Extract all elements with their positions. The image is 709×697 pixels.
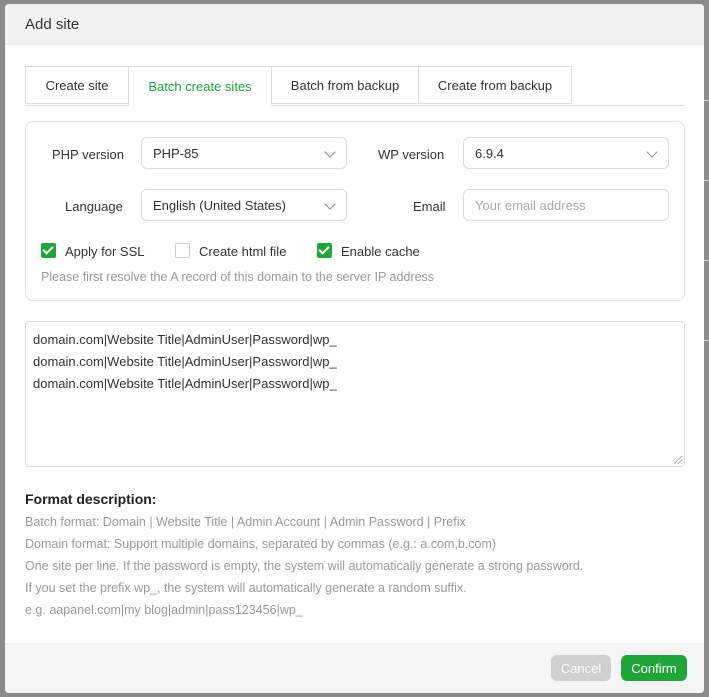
tab-bar: Create site Batch create sites Batch fro…	[25, 66, 685, 106]
chevron-down-icon	[646, 146, 658, 158]
batch-line: domain.com|Website Title|AdminUser|Passw…	[33, 332, 337, 347]
add-site-dialog: Add site Create site Batch create sites …	[5, 4, 704, 693]
format-line: Domain format: Support multiple domains,…	[25, 537, 497, 551]
language-label: Language	[65, 199, 123, 214]
php-version-select[interactable]: PHP-85	[141, 137, 347, 169]
email-field[interactable]: Your email address	[463, 189, 669, 221]
wp-version-select[interactable]: 6.9.4	[463, 137, 669, 169]
site-settings-panel: PHP version PHP-85 WP version 6.9.4 Lang…	[25, 121, 685, 301]
format-line: If you set the prefix wp_, the system wi…	[25, 581, 467, 595]
tab-batch-create-sites[interactable]: Batch create sites	[128, 66, 271, 106]
dialog-header: Add site	[5, 4, 704, 45]
batch-line: domain.com|Website Title|AdminUser|Passw…	[33, 354, 337, 369]
wp-version-label: WP version	[378, 147, 445, 162]
email-placeholder: Your email address	[475, 197, 586, 213]
tab-create-site[interactable]: Create site	[25, 66, 128, 104]
php-version-value: PHP-85	[153, 145, 199, 161]
resize-handle-icon[interactable]	[674, 456, 682, 464]
format-line: e.g. aapanel.com|my blog|admin|pass12345…	[25, 603, 303, 617]
apply-ssl-checkbox[interactable]	[41, 243, 56, 258]
confirm-button[interactable]: Confirm	[621, 655, 687, 681]
dns-hint: Please first resolve the A record of thi…	[41, 270, 435, 284]
format-line: One site per line. If the password is em…	[25, 559, 584, 573]
email-label: Email	[413, 199, 446, 214]
tab-batch-from-backup[interactable]: Batch from backup	[271, 66, 418, 104]
format-line: Batch format: Domain | Website Title | A…	[25, 515, 466, 529]
php-version-label: PHP version	[52, 147, 125, 162]
language-value: English (United States)	[153, 197, 286, 213]
language-select[interactable]: English (United States)	[141, 189, 347, 221]
format-title: Format description:	[25, 491, 157, 507]
wp-version-value: 6.9.4	[475, 145, 504, 161]
chevron-down-icon	[324, 146, 336, 158]
cancel-button[interactable]: Cancel	[551, 655, 611, 681]
batch-sites-textarea[interactable]: domain.com|Website Title|AdminUser|Passw…	[25, 321, 685, 467]
enable-cache-label: Enable cache	[341, 244, 420, 259]
create-html-checkbox[interactable]	[175, 243, 190, 258]
enable-cache-checkbox[interactable]	[317, 243, 332, 258]
apply-ssl-label: Apply for SSL	[65, 244, 145, 259]
create-html-label: Create html file	[199, 244, 287, 259]
batch-line: domain.com|Website Title|AdminUser|Passw…	[33, 376, 337, 391]
dialog-footer: Cancel Confirm	[5, 643, 704, 693]
chevron-down-icon	[324, 198, 336, 210]
dialog-title: Add site	[25, 15, 80, 33]
tab-create-from-backup[interactable]: Create from backup	[418, 66, 572, 104]
